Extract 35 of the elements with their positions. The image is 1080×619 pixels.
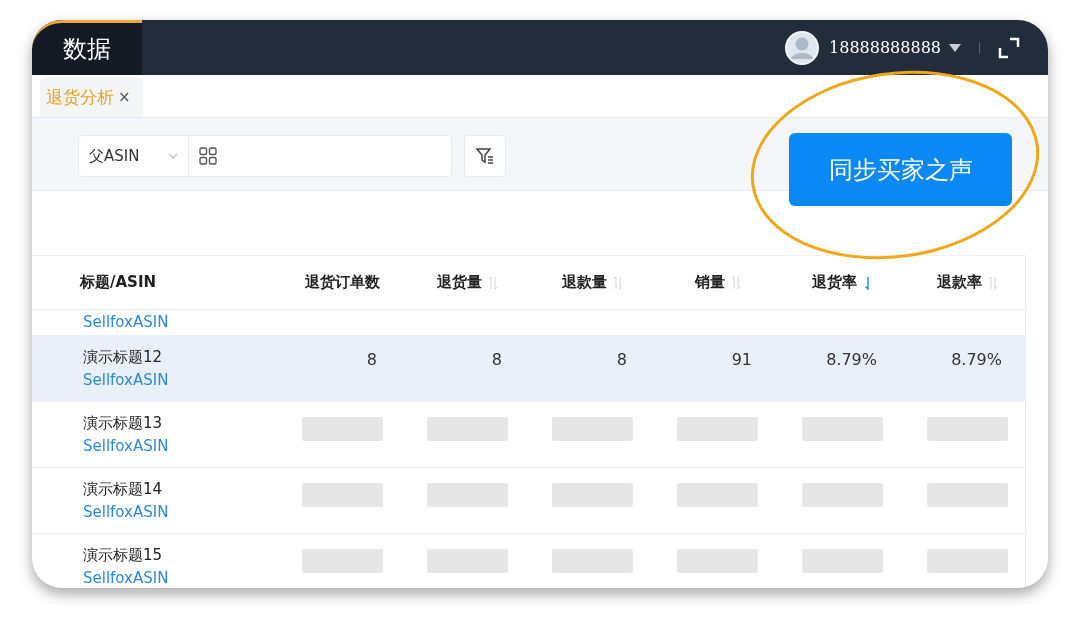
product-title: 演示标题15 [83,546,164,565]
product-title: 演示标题14 [83,480,164,499]
fullscreen-icon[interactable] [998,36,1020,59]
module-title[interactable]: 数据 [32,20,142,75]
type-select[interactable]: 父ASIN [79,136,189,176]
table-cell: 8 [616,350,627,369]
asin-link[interactable]: SellfoxASIN [83,503,280,521]
sync-button[interactable]: 同步买家之声 [789,133,1012,206]
column-header[interactable]: 退款率 [937,273,982,292]
user-name[interactable]: 18888888888 [829,38,941,57]
user-avatar-icon[interactable] [785,30,819,65]
table-cell: 8 [366,350,377,369]
asin-link[interactable]: SellfoxASIN [83,569,280,587]
tab[interactable]: 退货分析 × [40,77,143,117]
column-header[interactable]: 退货订单数 [305,273,380,292]
product-title: 演示标题12 [83,348,164,367]
table-cell: 91 [731,350,752,369]
search-field[interactable]: 父ASIN [78,135,452,177]
filter-button[interactable] [464,135,506,177]
column-header[interactable]: 退货量 [437,273,482,292]
asin-link[interactable]: SellfoxASIN [83,313,280,331]
grid-icon[interactable] [199,147,217,165]
column-header[interactable]: 退货率 [812,273,857,292]
product-title: 演示标题13 [83,414,164,433]
chevron-down-icon [168,153,178,159]
column-header[interactable]: 标题/ASIN [80,273,157,292]
caret-icon[interactable] [949,43,961,52]
filter-icon [475,146,495,166]
column-header[interactable]: 销量 [694,273,725,292]
close-icon[interactable]: × [118,88,131,106]
column-header[interactable]: 退款量 [562,273,607,292]
table-cell: 8.79% [826,350,877,369]
table-cell: 8 [491,350,502,369]
table-cell: 8.79% [951,350,1002,369]
asin-link[interactable]: SellfoxASIN [83,437,280,455]
